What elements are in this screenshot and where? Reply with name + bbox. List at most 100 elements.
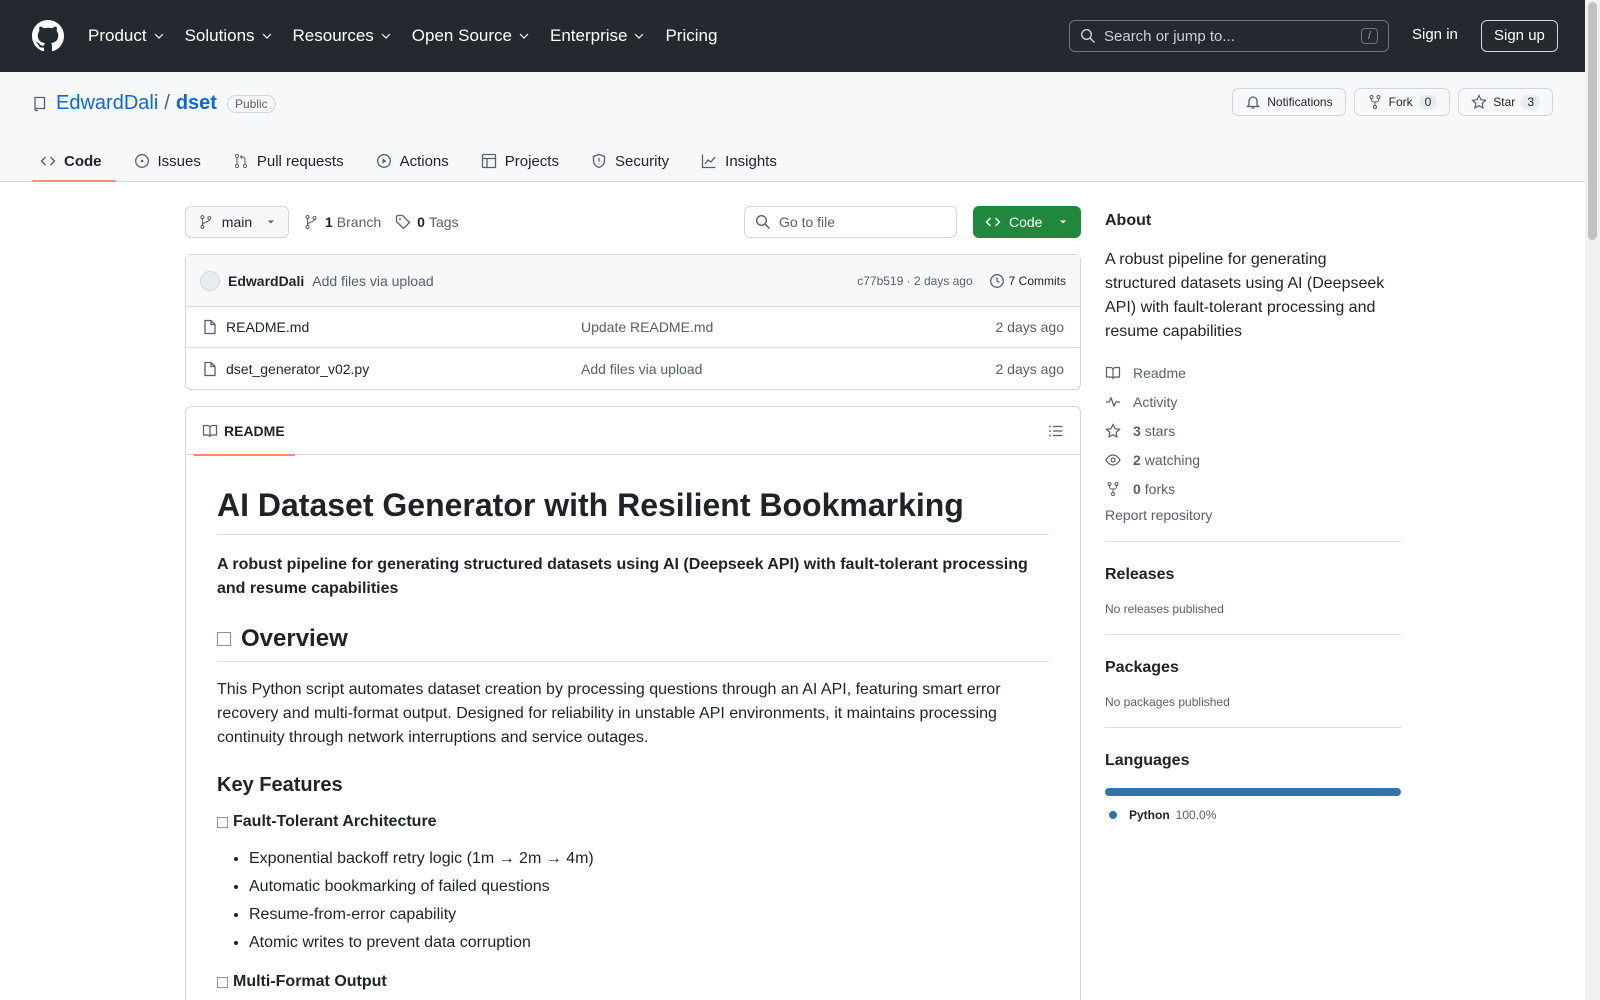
nav-label: Solutions xyxy=(184,26,255,45)
tab-projects[interactable]: Projects xyxy=(473,140,573,182)
key-features-heading: Key Features xyxy=(217,774,343,796)
tab-label: Code xyxy=(64,152,102,170)
readme-body: AI Dataset Generator with Resilient Book… xyxy=(186,455,1080,1000)
releases-section: Releases No releases published xyxy=(1105,541,1401,616)
file-commit-message[interactable]: Add files via upload xyxy=(581,361,702,377)
star-button[interactable]: Star 3 xyxy=(1458,88,1553,116)
commit-author[interactable]: EdwardDali xyxy=(228,273,304,289)
activity-link-label: Activity xyxy=(1133,393,1178,410)
nav-pricing[interactable]: Pricing xyxy=(665,26,717,46)
file-age: 2 days ago xyxy=(995,360,1065,377)
file-name[interactable]: README.md xyxy=(226,319,581,335)
report-repository-link[interactable]: Report repository xyxy=(1105,507,1401,523)
list-item: Exponential backoff retry logic (1m → 2m… xyxy=(249,845,1049,873)
releases-heading[interactable]: Releases xyxy=(1105,566,1401,584)
nav-resources[interactable]: Resources xyxy=(293,26,392,46)
commit-meta[interactable]: c77b519 · 2 days ago xyxy=(857,274,972,288)
about-links: Readme Activity 3 stars 2 watching 0 for… xyxy=(1105,358,1401,503)
book-icon xyxy=(1105,366,1121,379)
commits-label: 7 Commits xyxy=(1008,273,1066,288)
tab-issues[interactable]: Issues xyxy=(126,140,215,182)
github-logo-icon[interactable] xyxy=(32,20,64,52)
table-icon xyxy=(481,153,496,169)
about-heading: About xyxy=(1105,212,1152,229)
overview-heading: Overview xyxy=(217,625,1049,662)
nav-solutions[interactable]: Solutions xyxy=(185,26,273,46)
file-list: EdwardDali Add files via upload c77b519 … xyxy=(185,254,1081,390)
repo-tabs: Code Issues Pull requests Actions Projec… xyxy=(32,140,801,182)
fork-count: 0 xyxy=(1418,95,1438,109)
tab-security[interactable]: Security xyxy=(583,140,683,182)
code-button[interactable]: Code xyxy=(973,206,1081,238)
nav-enterprise[interactable]: Enterprise xyxy=(550,26,645,46)
caret-down-icon xyxy=(1060,220,1067,224)
play-icon xyxy=(376,154,391,168)
forks-link[interactable]: 0 forks xyxy=(1105,474,1401,503)
readme-link-label: Readme xyxy=(1133,364,1186,381)
repo-owner-link[interactable]: EdwardDali xyxy=(56,92,158,115)
repo-header: EdwardDali / dset Public Notifications F… xyxy=(0,72,1585,182)
fork-icon xyxy=(1369,95,1381,109)
commits-link[interactable]: 7 Commits xyxy=(989,273,1066,289)
file-name[interactable]: dset_generator_v02.py xyxy=(226,361,581,377)
readme-tab[interactable]: README xyxy=(194,407,295,456)
tab-code[interactable]: Code xyxy=(32,140,116,182)
about-description: A robust pipeline for generating structu… xyxy=(1105,251,1385,340)
tab-label: Actions xyxy=(399,152,449,170)
fork-button[interactable]: Fork 0 xyxy=(1353,88,1451,116)
nav-open-source[interactable]: Open Source xyxy=(412,26,530,46)
graph-icon xyxy=(702,154,716,169)
readme-header: README xyxy=(186,407,1080,456)
feature-title: Multi-Format Output xyxy=(233,973,387,990)
commit-message[interactable]: Add files via upload xyxy=(312,273,433,289)
language-bar xyxy=(1105,788,1401,796)
languages-heading: Languages xyxy=(1105,752,1190,769)
sign-in-link[interactable]: Sign in xyxy=(1412,26,1458,43)
sign-up-button[interactable]: Sign up xyxy=(1481,20,1558,52)
history-icon xyxy=(989,273,1004,288)
tag-label: Tags xyxy=(428,214,459,230)
branch-label: Branch xyxy=(336,214,382,230)
branches-link[interactable]: 1 Branch xyxy=(303,214,381,230)
repo-separator: / xyxy=(164,92,170,114)
branch-selector[interactable]: main xyxy=(185,206,289,238)
file-icon xyxy=(204,319,216,335)
tag-count: 0 xyxy=(417,214,425,230)
code-icon xyxy=(985,217,1001,227)
watching-link[interactable]: 2 watching xyxy=(1105,445,1401,474)
notifications-button[interactable]: Notifications xyxy=(1232,88,1346,116)
tab-label: Insights xyxy=(725,152,777,170)
forks-count: 0 xyxy=(1133,480,1141,497)
watching-label: watching xyxy=(1144,451,1201,468)
activity-link[interactable]: Activity xyxy=(1105,387,1401,416)
code-icon xyxy=(40,156,56,166)
global-header: Product Solutions Resources Open Source … xyxy=(0,0,1585,72)
list-icon[interactable] xyxy=(1048,423,1064,439)
packages-section: Packages No packages published xyxy=(1105,634,1401,709)
eye-icon xyxy=(1105,453,1121,466)
language-item[interactable]: Python 100.0% xyxy=(1105,808,1401,822)
nav-product[interactable]: Product xyxy=(88,26,165,46)
search-input[interactable]: Search or jump to... / xyxy=(1069,20,1389,52)
repo-name-link[interactable]: dset xyxy=(176,92,217,115)
scrollbar-thumb[interactable] xyxy=(1588,2,1597,240)
star-icon xyxy=(1105,422,1121,438)
tab-pull-requests[interactable]: Pull requests xyxy=(225,140,358,182)
go-to-file-input[interactable]: Go to file xyxy=(744,206,957,238)
issue-icon xyxy=(134,154,149,168)
file-row[interactable]: README.md Update README.md 2 days ago xyxy=(186,307,1080,348)
stars-link[interactable]: 3 stars xyxy=(1105,416,1401,445)
tab-actions[interactable]: Actions xyxy=(368,140,463,182)
tags-link[interactable]: 0 Tags xyxy=(395,214,459,230)
watching-count: 2 xyxy=(1133,451,1141,468)
branch-icon xyxy=(200,215,212,229)
avatar[interactable] xyxy=(200,270,220,291)
packages-heading[interactable]: Packages xyxy=(1105,659,1401,677)
file-row[interactable]: dset_generator_v02.py Add files via uplo… xyxy=(186,348,1080,389)
readme-link[interactable]: Readme xyxy=(1105,358,1401,387)
file-icon xyxy=(204,361,216,376)
search-shortcut-badge: / xyxy=(1360,28,1378,44)
releases-text: No releases published xyxy=(1105,602,1224,616)
file-commit-message[interactable]: Update README.md xyxy=(581,319,713,335)
tab-insights[interactable]: Insights xyxy=(693,140,791,182)
